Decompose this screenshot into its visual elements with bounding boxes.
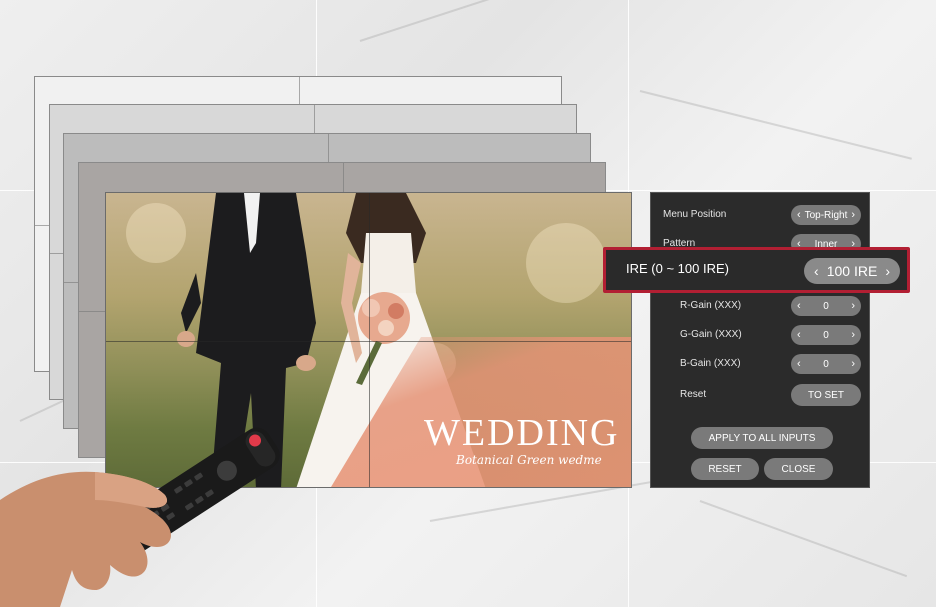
ire-value: 100 IRE: [826, 263, 878, 279]
to-set-button[interactable]: TO SET: [791, 384, 861, 406]
reset-label: Reset: [680, 389, 707, 400]
chevron-right-icon[interactable]: ›: [851, 358, 855, 370]
marble-vein: [359, 0, 608, 42]
menu-position-selector[interactable]: ‹ Top-Right ›: [791, 205, 861, 225]
apply-to-all-inputs-button[interactable]: APPLY TO ALL INPUTS: [691, 427, 833, 449]
chevron-right-icon[interactable]: ›: [851, 300, 855, 312]
marble-vein: [699, 500, 908, 578]
settings-panel: Menu Position ‹ Top-Right › Pattern ‹ In…: [650, 192, 870, 488]
bezel-divider: [106, 341, 631, 342]
r-gain-label: R-Gain (XXX): [680, 300, 742, 311]
ire-selector[interactable]: ‹ 100 IRE ›: [804, 258, 900, 284]
g-gain-selector[interactable]: ‹ 0 ›: [791, 325, 861, 345]
b-gain-selector[interactable]: ‹ 0 ›: [791, 354, 861, 374]
wedding-subtitle: Botanical Green wedme: [456, 453, 602, 467]
reset-row: Reset TO SET: [651, 384, 869, 407]
menu-position-row: Menu Position ‹ Top-Right ›: [651, 205, 869, 227]
wedding-title: WEDDING: [424, 412, 620, 454]
hand-holding-remote: [0, 471, 171, 607]
r-gain-selector[interactable]: ‹ 0 ›: [791, 296, 861, 316]
b-gain-row: B-Gain (XXX) ‹ 0 ›: [651, 354, 869, 376]
marble-vein: [639, 90, 912, 160]
chevron-left-icon[interactable]: ‹: [814, 263, 819, 279]
r-gain-row: R-Gain (XXX) ‹ 0 ›: [651, 296, 869, 318]
ire-label: IRE (0 ~ 100 IRE): [626, 261, 729, 276]
ire-highlight-callout: IRE (0 ~ 100 IRE) ‹ 100 IRE ›: [603, 247, 910, 293]
bezel-divider: [369, 193, 370, 487]
menu-position-label: Menu Position: [663, 209, 727, 220]
b-gain-label: B-Gain (XXX): [680, 358, 741, 369]
close-button[interactable]: CLOSE: [764, 458, 833, 480]
g-gain-label: G-Gain (XXX): [680, 329, 742, 340]
g-gain-row: G-Gain (XXX) ‹ 0 ›: [651, 325, 869, 347]
chevron-right-icon[interactable]: ›: [885, 263, 890, 279]
chevron-right-icon[interactable]: ›: [851, 329, 855, 341]
reset-button[interactable]: RESET: [691, 458, 759, 480]
chevron-right-icon[interactable]: ›: [851, 209, 855, 221]
